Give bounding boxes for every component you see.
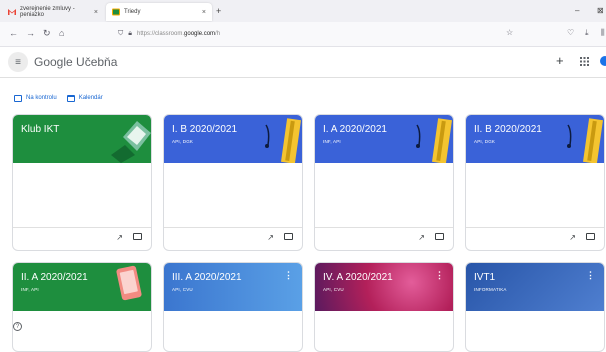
main-menu-icon[interactable]: ≡ xyxy=(8,52,28,72)
folder-icon[interactable] xyxy=(586,233,595,242)
class-title[interactable]: IV. A 2020/2021 xyxy=(323,272,393,283)
class-title[interactable]: IVT1 xyxy=(474,272,495,283)
forward-arrow-icon[interactable]: → xyxy=(26,28,35,38)
banner-illustration xyxy=(111,121,151,163)
card-banner[interactable]: II. B 2020/2021 API, DGK xyxy=(466,115,604,163)
class-card[interactable]: Klub IKT ↗ xyxy=(12,114,152,251)
card-banner[interactable]: Klub IKT xyxy=(13,115,151,163)
quick-links: Na kontrolu Kalendár xyxy=(14,92,113,104)
class-section: API, DGK xyxy=(172,139,194,144)
class-title[interactable]: I. B 2020/2021 xyxy=(172,124,237,135)
card-banner[interactable]: IVT1 INFORMATIKA ⋮ xyxy=(466,263,604,311)
class-title[interactable]: III. A 2020/2021 xyxy=(172,272,242,283)
bookmark-star-icon[interactable]: ☆ xyxy=(506,28,513,37)
class-title[interactable]: II. A 2020/2021 xyxy=(21,272,88,283)
class-card[interactable]: III. A 2020/2021 API, CVU ⋮ xyxy=(163,262,303,352)
class-section: INF, API xyxy=(323,139,341,144)
class-card[interactable]: II. B 2020/2021 API, DGK ↗ xyxy=(465,114,605,251)
url-domain: google.com xyxy=(184,30,216,37)
trending-icon[interactable]: ↗ xyxy=(418,233,425,242)
url-domain-prefix: classroom. xyxy=(155,30,185,37)
banner-illustration xyxy=(567,118,603,163)
card-footer: ↗ xyxy=(164,227,302,250)
add-class-button[interactable]: + xyxy=(556,53,564,68)
account-avatar[interactable] xyxy=(600,56,606,66)
classroom-header: ≡ Google Učebňa + xyxy=(0,47,606,78)
lock-icon: 🔒︎ xyxy=(128,29,132,37)
class-title[interactable]: II. B 2020/2021 xyxy=(474,124,542,135)
banner-illustration xyxy=(116,265,142,301)
class-card[interactable]: II. A 2020/2021 INF, API xyxy=(12,262,152,352)
trending-icon[interactable]: ↗ xyxy=(569,233,576,242)
url-path: /h xyxy=(215,30,221,37)
pocket-icon[interactable]: ♡ xyxy=(567,28,574,37)
folder-icon[interactable] xyxy=(284,233,293,242)
gmail-icon xyxy=(8,9,16,15)
url-field[interactable]: ⛉ 🔒︎ https://classroom. google.com/h xyxy=(118,26,526,41)
minimize-button[interactable]: – xyxy=(575,6,579,15)
new-tab-button[interactable]: + xyxy=(216,6,221,16)
folder-icon[interactable] xyxy=(435,233,444,242)
window-close-button[interactable]: ⊠ xyxy=(597,6,604,15)
browser-tab-classroom[interactable]: Triedy × xyxy=(106,3,212,21)
url-prefix: https:// xyxy=(136,30,155,37)
card-banner[interactable]: II. A 2020/2021 INF, API xyxy=(13,263,151,311)
back-arrow-icon[interactable]: ← xyxy=(9,28,18,38)
class-title[interactable]: I. A 2020/2021 xyxy=(323,124,387,135)
card-banner[interactable]: IV. A 2020/2021 API, CVU ⋮ xyxy=(315,263,453,311)
download-icon[interactable]: ⤓ xyxy=(585,28,589,38)
calendar-label: Kalendár xyxy=(78,95,103,101)
classroom-logo[interactable]: Google Učebňa xyxy=(34,55,117,69)
tab-label: Triedy xyxy=(124,9,141,15)
class-section: API, CVU xyxy=(323,287,344,292)
class-card[interactable]: I. B 2020/2021 API, DGK ↗ xyxy=(163,114,303,251)
product-name: Učebňa xyxy=(76,55,118,69)
class-section: INF, API xyxy=(21,287,39,292)
class-title[interactable]: Klub IKT xyxy=(21,124,59,135)
class-section: INFORMATIKA xyxy=(474,287,507,292)
browser-tab-gmail[interactable]: zverejnenie zmluvy - peniazko × xyxy=(2,3,104,21)
home-icon[interactable]: ⌂ xyxy=(59,28,64,38)
library-icon[interactable]: ⫼ xyxy=(601,28,605,38)
to-review-link[interactable]: Na kontrolu xyxy=(14,94,57,102)
tab-close-icon[interactable]: × xyxy=(202,9,206,16)
google-wordmark: Google xyxy=(34,55,73,69)
class-section: API, CVU xyxy=(172,287,193,292)
calendar-icon xyxy=(66,94,75,102)
trending-icon[interactable]: ↗ xyxy=(116,233,123,242)
tab-label: zverejnenie zmluvy - peniazko xyxy=(20,6,75,18)
browser-address-bar: ← → ↻ ⌂ ⛉ 🔒︎ https://classroom. google.co… xyxy=(0,22,606,47)
classroom-icon xyxy=(112,8,120,16)
class-section: API, DGK xyxy=(474,139,496,144)
card-footer: ↗ xyxy=(466,227,604,250)
calendar-link[interactable]: Kalendár xyxy=(66,94,103,102)
banner-illustration xyxy=(265,118,301,163)
browser-tab-bar: zverejnenie zmluvy - peniazko × Triedy ×… xyxy=(0,0,606,23)
card-footer: ↗ xyxy=(315,227,453,250)
class-card[interactable]: I. A 2020/2021 INF, API ↗ xyxy=(314,114,454,251)
more-options-icon[interactable]: ⋮ xyxy=(284,270,293,281)
tab-close-icon[interactable]: × xyxy=(94,9,98,16)
assignment-icon xyxy=(14,94,22,102)
more-options-icon[interactable]: ⋮ xyxy=(435,270,444,281)
help-icon[interactable]: ? xyxy=(13,322,22,331)
card-banner[interactable]: I. B 2020/2021 API, DGK xyxy=(164,115,302,163)
reload-icon[interactable]: ↻ xyxy=(43,28,51,39)
class-card[interactable]: IV. A 2020/2021 API, CVU ⋮ xyxy=(314,262,454,352)
card-footer: ↗ xyxy=(13,227,151,250)
apps-grid-icon[interactable] xyxy=(580,57,589,66)
shield-icon: ⛉ xyxy=(118,29,124,37)
folder-icon[interactable] xyxy=(133,233,142,242)
more-options-icon[interactable]: ⋮ xyxy=(586,270,595,281)
to-review-label: Na kontrolu xyxy=(26,95,57,101)
class-card[interactable]: IVT1 INFORMATIKA ⋮ xyxy=(465,262,605,352)
trending-icon[interactable]: ↗ xyxy=(267,233,274,242)
card-banner[interactable]: I. A 2020/2021 INF, API xyxy=(315,115,453,163)
banner-illustration xyxy=(416,118,452,163)
card-banner[interactable]: III. A 2020/2021 API, CVU ⋮ xyxy=(164,263,302,311)
